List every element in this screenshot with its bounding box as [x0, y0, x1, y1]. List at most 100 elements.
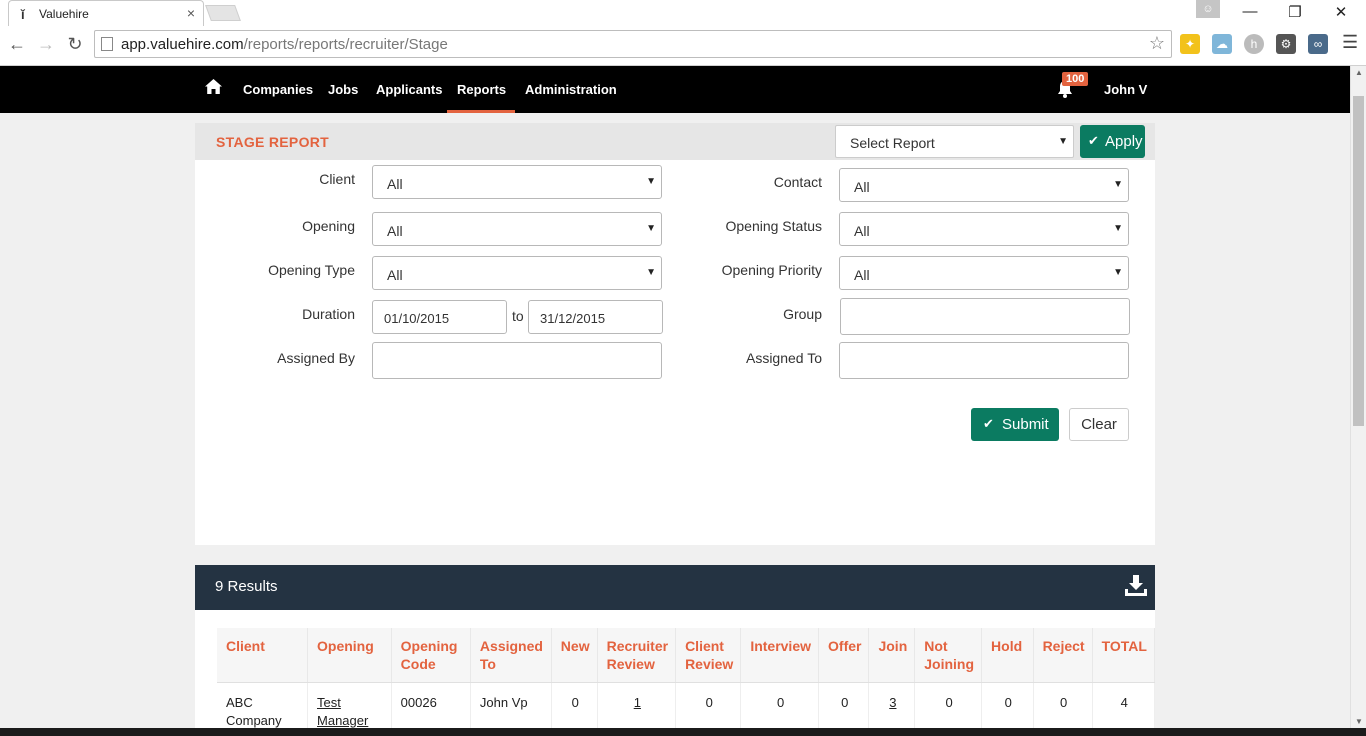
forward-arrow-icon[interactable]: → [35, 34, 57, 55]
panel-header: STAGE REPORT Select Report ▼ ✔ Apply [195, 123, 1155, 160]
download-icon[interactable] [1123, 573, 1149, 602]
user-menu[interactable]: John V [1104, 82, 1147, 97]
page-title: STAGE REPORT [216, 134, 330, 150]
recruiter-review-link[interactable]: 1 [634, 695, 641, 710]
cell-client: ABC Company [217, 682, 309, 732]
column-header-opening[interactable]: Opening [307, 628, 392, 683]
column-header-new[interactable]: New [551, 628, 598, 683]
back-arrow-icon[interactable]: ← [6, 34, 28, 55]
submit-button[interactable]: ✔ Submit [971, 408, 1059, 441]
caret-down-icon: ▼ [1113, 267, 1123, 278]
opening-status-label: Opening Status [725, 218, 822, 234]
scroll-up-icon[interactable]: ▲ [1355, 68, 1363, 77]
opening-label: Opening [302, 218, 355, 234]
column-header-interview[interactable]: Interview [740, 628, 820, 683]
nav-companies[interactable]: Companies [243, 82, 313, 97]
assigned-to-label: Assigned To [745, 350, 822, 366]
opening-priority-select[interactable]: All ▼ [839, 256, 1129, 290]
tab-close-icon[interactable]: × [187, 5, 195, 21]
column-header-join[interactable]: Join [868, 628, 916, 683]
results-table: Client Opening Opening Code Assigned To … [217, 628, 1156, 732]
group-input[interactable] [840, 298, 1130, 335]
column-header-recruiter-review[interactable]: Recruiter Review [597, 628, 677, 683]
new-tab-button[interactable] [205, 5, 241, 21]
contact-label: Contact [773, 174, 822, 190]
minimize-icon[interactable]: — [1235, 3, 1265, 20]
valuehire-favicon-icon: ǐ [21, 7, 25, 22]
nav-applicants[interactable]: Applicants [376, 82, 442, 97]
column-header-hold[interactable]: Hold [981, 628, 1034, 683]
column-header-total[interactable]: TOTAL [1092, 628, 1156, 683]
caret-down-icon: ▼ [646, 267, 656, 278]
restore-icon[interactable]: ❐ [1280, 3, 1310, 21]
join-link[interactable]: 3 [889, 695, 896, 710]
opening-select[interactable]: All ▼ [372, 212, 662, 246]
cell-offer: 0 [818, 682, 870, 732]
main-navbar: Companies Jobs Applicants Reports Admini… [0, 66, 1350, 113]
column-header-reject[interactable]: Reject [1033, 628, 1093, 683]
assigned-by-label: Assigned By [277, 350, 355, 366]
page-scrollbar[interactable]: ▲ ▼ [1350, 66, 1366, 728]
profile-icon[interactable]: ☺ [1196, 0, 1220, 18]
contact-select[interactable]: All ▼ [839, 168, 1129, 202]
extension-h-icon[interactable]: h [1244, 34, 1264, 54]
cell-recruiter-review: 1 [597, 682, 677, 732]
cell-new: 0 [551, 682, 598, 732]
nav-reports[interactable]: Reports [457, 82, 506, 97]
nav-administration[interactable]: Administration [525, 82, 617, 97]
apply-button[interactable]: ✔ Apply [1080, 125, 1145, 158]
address-bar[interactable]: app.valuehire.com/reports/reports/recrui… [94, 30, 1172, 58]
extension-link-icon[interactable]: ∞ [1308, 34, 1328, 54]
client-select[interactable]: All ▼ [372, 165, 662, 199]
opening-priority-label: Opening Priority [721, 262, 822, 278]
nav-jobs[interactable]: Jobs [328, 82, 358, 97]
reload-icon[interactable]: ↻ [64, 34, 86, 55]
browser-titlebar: ǐ Valuehire × ☺ — ❐ ✕ [0, 0, 1366, 26]
page-icon [101, 37, 113, 51]
opening-type-select[interactable]: All ▼ [372, 256, 662, 290]
results-count: 9 Results [215, 578, 278, 595]
scroll-thumb[interactable] [1353, 96, 1364, 426]
column-header-offer[interactable]: Offer [818, 628, 870, 683]
column-header-assigned-to[interactable]: Assigned To [470, 628, 552, 683]
caret-down-icon: ▼ [646, 223, 656, 234]
select-report-dropdown[interactable]: Select Report ▼ [835, 125, 1074, 158]
column-header-opening-code[interactable]: Opening Code [391, 628, 471, 683]
assigned-to-input[interactable] [839, 342, 1129, 379]
caret-down-icon: ▼ [1058, 136, 1068, 147]
duration-from-input[interactable]: 01/10/2015 [372, 300, 507, 334]
opening-type-label: Opening Type [268, 262, 355, 278]
extension-star-icon[interactable]: ✦ [1180, 34, 1200, 54]
cell-join: 3 [868, 682, 916, 732]
extension-cloud-icon[interactable]: ☁ [1212, 34, 1232, 54]
client-label: Client [319, 171, 355, 187]
cell-opening: Test Manager [307, 682, 392, 732]
opening-link[interactable]: Test Manager [317, 695, 368, 728]
url-text: app.valuehire.com/reports/reports/recrui… [121, 36, 448, 53]
cell-total: 4 [1092, 682, 1156, 732]
assigned-by-input[interactable] [372, 342, 662, 379]
bookmark-star-icon[interactable]: ☆ [1149, 33, 1165, 54]
notification-badge: 100 [1062, 72, 1089, 86]
caret-down-icon: ▼ [1113, 223, 1123, 234]
opening-status-select[interactable]: All ▼ [839, 212, 1129, 246]
results-body: Client Opening Opening Code Assigned To … [195, 610, 1156, 736]
browser-menu-icon[interactable]: ☰ [1342, 32, 1358, 53]
os-taskbar [0, 728, 1366, 736]
table-header-row: Client Opening Opening Code Assigned To … [217, 628, 1156, 683]
column-header-not-joining[interactable]: Not Joining [914, 628, 983, 683]
duration-to-input[interactable]: 31/12/2015 [528, 300, 663, 334]
home-icon[interactable] [204, 78, 223, 98]
results-header: 9 Results [195, 565, 1155, 610]
column-header-client[interactable]: Client [217, 628, 309, 683]
window-close-icon[interactable]: ✕ [1326, 3, 1356, 21]
clear-button[interactable]: Clear [1069, 408, 1129, 441]
cell-reject: 0 [1033, 682, 1093, 732]
duration-to-label: to [512, 308, 524, 324]
table-row: ABC Company Test Manager 00026 John Vp 0… [217, 682, 1156, 732]
browser-tab[interactable]: ǐ Valuehire × [8, 0, 204, 26]
extension-puzzle-icon[interactable]: ⚙ [1276, 34, 1296, 54]
column-header-client-review[interactable]: Client Review [675, 628, 742, 683]
cell-hold: 0 [981, 682, 1034, 732]
scroll-down-icon[interactable]: ▼ [1355, 717, 1363, 726]
